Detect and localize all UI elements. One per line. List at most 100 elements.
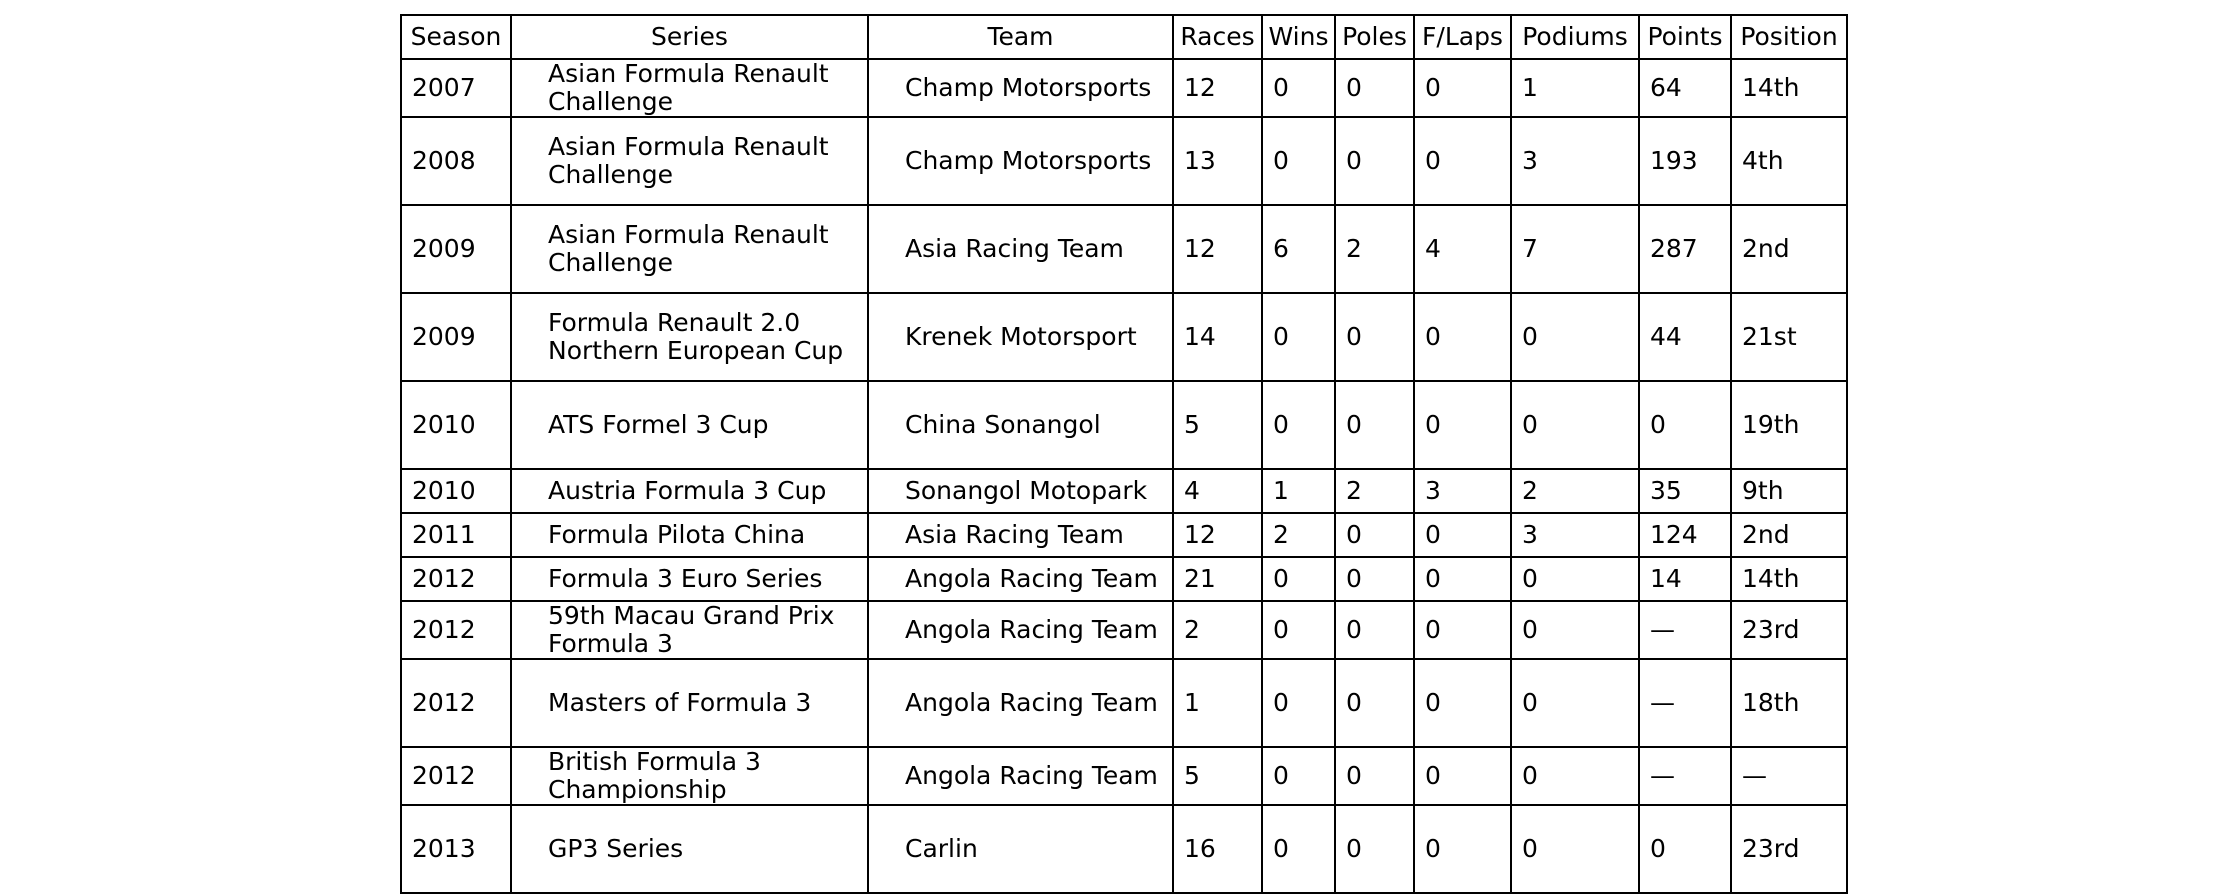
table-cell-races: 16	[1172, 804, 1263, 894]
cell-text: 14	[1650, 564, 1682, 593]
cell-text: 0	[1346, 834, 1362, 863]
column-header-poles: Poles	[1334, 14, 1415, 60]
table-cell-podiums: 0	[1510, 380, 1640, 470]
cell-text: Asian Formula Renault Challenge	[548, 220, 829, 277]
cell-text: 3	[1522, 146, 1538, 175]
table-row: 2007 Asian Formula Renault Challenge Champ…	[400, 58, 1848, 118]
cell-text: 19th	[1742, 410, 1800, 439]
table-cell-position: 2nd	[1730, 204, 1848, 294]
cell-text: 21st	[1742, 322, 1797, 351]
cell-text: 2	[1346, 476, 1362, 505]
table-cell-position: —	[1730, 746, 1848, 806]
cell-text: 4	[1184, 476, 1200, 505]
cell-text: ATS Formel 3 Cup	[548, 410, 769, 439]
table-cell-wins: 0	[1261, 292, 1336, 382]
cell-text: —	[1742, 761, 1767, 790]
table-row: 2012 Formula 3 Euro Series Angola Racing T…	[400, 556, 1848, 602]
cell-text: Asian Formula Renault Challenge	[548, 132, 829, 189]
cell-text: 0	[1273, 834, 1289, 863]
table-cell-races: 1	[1172, 658, 1263, 748]
cell-text: 287	[1650, 234, 1698, 263]
table-cell-podiums: 0	[1510, 746, 1640, 806]
table-cell-races: 12	[1172, 204, 1263, 294]
table-cell-season: 2012	[400, 600, 512, 660]
column-header-flaps: F/Laps	[1413, 14, 1512, 60]
cell-text: 14	[1184, 322, 1216, 351]
table-cell-races: 21	[1172, 556, 1263, 602]
cell-text: 0	[1425, 688, 1441, 717]
cell-text: 2nd	[1742, 234, 1790, 263]
cell-text: 23rd	[1742, 615, 1800, 644]
table-cell-races: 13	[1172, 116, 1263, 206]
cell-text: 0	[1522, 564, 1538, 593]
cell-text: 13	[1184, 146, 1216, 175]
column-header-wins: Wins	[1261, 14, 1336, 60]
cell-text: 0	[1346, 322, 1362, 351]
table-cell-series: GP3 Series	[510, 804, 869, 894]
cell-text: Austria Formula 3 Cup	[548, 476, 827, 505]
cell-text: 0	[1346, 520, 1362, 549]
cell-text: 5	[1184, 761, 1200, 790]
cell-text: 0	[1650, 834, 1666, 863]
cell-text: 0	[1522, 834, 1538, 863]
cell-text: 23rd	[1742, 834, 1800, 863]
column-header-podiums: Podiums	[1510, 14, 1640, 60]
table-cell-flaps: 0	[1413, 512, 1512, 558]
cell-text: 2011	[412, 520, 476, 549]
table-cell-podiums: 2	[1510, 468, 1640, 514]
table-cell-position: 14th	[1730, 58, 1848, 118]
table-cell-races: 5	[1172, 746, 1263, 806]
table-row: 2009 Asian Formula Renault Challenge Asia …	[400, 204, 1848, 294]
table-cell-races: 14	[1172, 292, 1263, 382]
table-cell-season: 2013	[400, 804, 512, 894]
cell-text: 6	[1273, 234, 1289, 263]
table-cell-series: 59th Macau Grand Prix Formula 3	[510, 600, 869, 660]
results-table-container: Season Series Team Races Wins Poles F/Laps Podi…	[400, 14, 1848, 894]
table-cell-flaps: 0	[1413, 116, 1512, 206]
table-row: 2010 ATS Formel 3 Cup China Sonangol 5 0 0 0 0 0…	[400, 380, 1848, 470]
table-cell-season: 2009	[400, 204, 512, 294]
cell-text: 0	[1425, 834, 1441, 863]
cell-text: 18th	[1742, 688, 1800, 717]
table-cell-series: Formula Renault 2.0 Northern European Cu…	[510, 292, 869, 382]
cell-text: 0	[1425, 146, 1441, 175]
table-cell-team: Asia Racing Team	[867, 204, 1174, 294]
table-cell-wins: 0	[1261, 658, 1336, 748]
cell-text: Krenek Motorsport	[905, 322, 1137, 351]
cell-text: GP3 Series	[548, 834, 684, 863]
cell-text: 2007	[412, 73, 476, 102]
cell-text: China Sonangol	[905, 410, 1101, 439]
table-cell-series: ATS Formel 3 Cup	[510, 380, 869, 470]
table-cell-position: 4th	[1730, 116, 1848, 206]
table-cell-series: Masters of Formula 3	[510, 658, 869, 748]
cell-text: 2	[1522, 476, 1538, 505]
cell-text: 0	[1425, 564, 1441, 593]
table-body: 2007 Asian Formula Renault Challenge Champ…	[400, 58, 1848, 894]
table-cell-points: 35	[1638, 468, 1732, 514]
cell-text: 0	[1425, 73, 1441, 102]
cell-text: 0	[1273, 410, 1289, 439]
cell-text: 14th	[1742, 564, 1800, 593]
table-cell-wins: 0	[1261, 556, 1336, 602]
table-cell-position: 19th	[1730, 380, 1848, 470]
cell-text: 2012	[412, 761, 476, 790]
table-cell-wins: 0	[1261, 746, 1336, 806]
cell-text: 2	[1273, 520, 1289, 549]
cell-text: 2	[1346, 234, 1362, 263]
table-cell-flaps: 0	[1413, 600, 1512, 660]
table-cell-season: 2012	[400, 556, 512, 602]
table-cell-poles: 2	[1334, 204, 1415, 294]
table-cell-season: 2012	[400, 658, 512, 748]
results-table: Season Series Team Races Wins Poles F/Laps Podi…	[400, 14, 1848, 894]
cell-text: 2012	[412, 564, 476, 593]
table-cell-series: British Formula 3 Championship	[510, 746, 869, 806]
table-cell-season: 2012	[400, 746, 512, 806]
table-cell-team: China Sonangol	[867, 380, 1174, 470]
cell-text: Asia Racing Team	[905, 520, 1124, 549]
table-row: 2011 Formula Pilota China Asia Racing Team…	[400, 512, 1848, 558]
cell-text: 35	[1650, 476, 1682, 505]
cell-text: 64	[1650, 73, 1682, 102]
table-cell-races: 12	[1172, 512, 1263, 558]
cell-text: 2012	[412, 615, 476, 644]
table-cell-podiums: 0	[1510, 600, 1640, 660]
